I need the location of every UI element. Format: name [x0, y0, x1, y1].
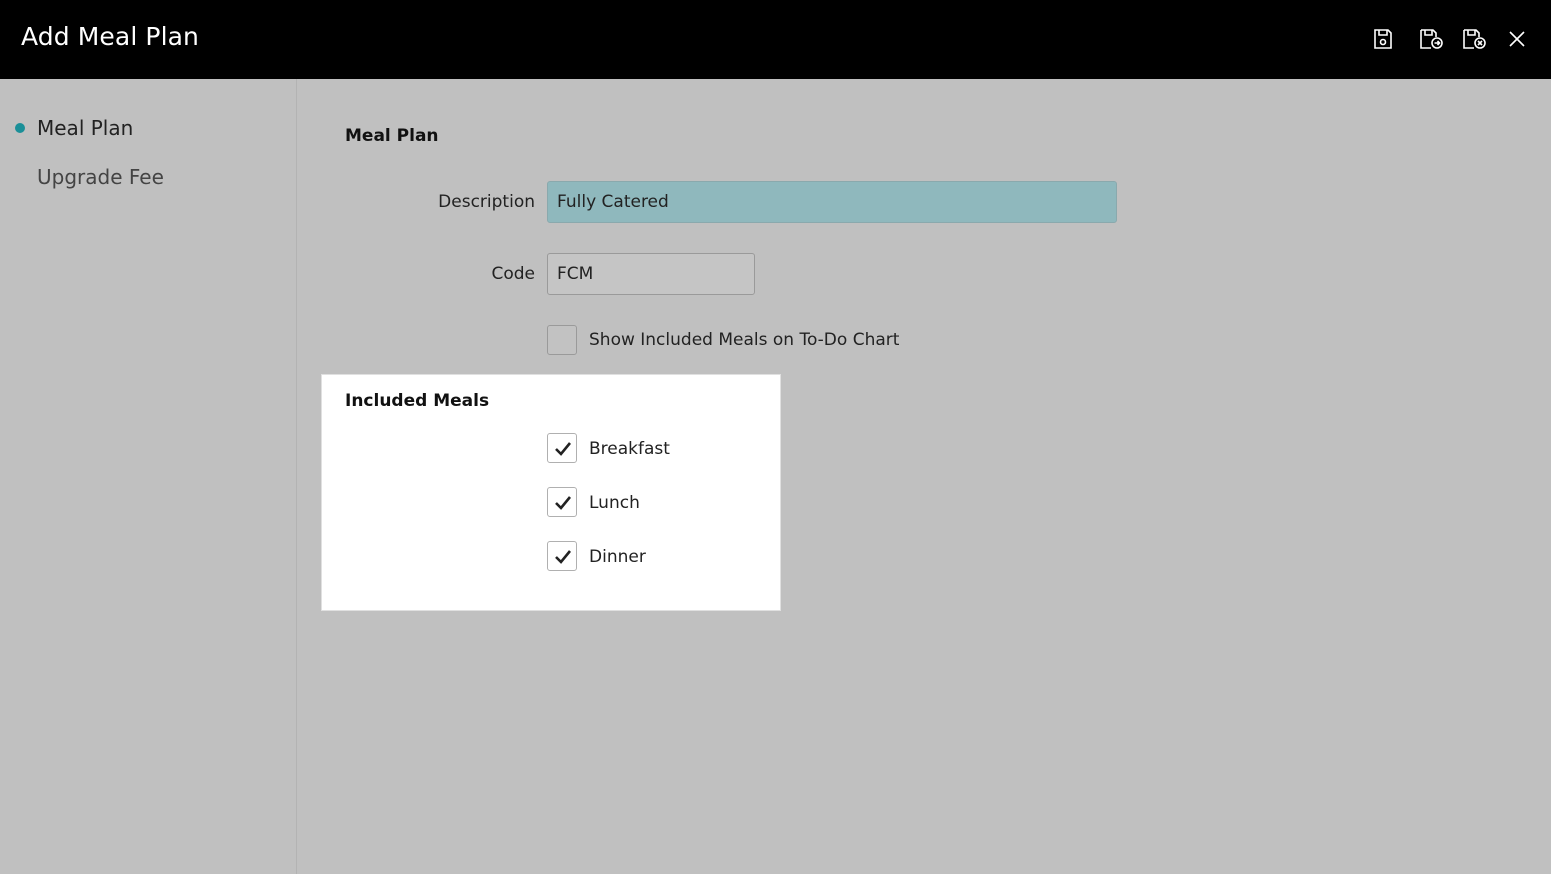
dinner-checkbox[interactable] — [547, 541, 577, 571]
close-icon — [1509, 31, 1525, 47]
active-indicator-dot — [15, 123, 25, 133]
checkmark-icon — [555, 550, 572, 564]
included-meals-panel: Included Meals Breakfast Lunch Dinner — [321, 374, 781, 611]
main-content: Meal Plan Description Fully Catered Code… — [297, 79, 1551, 874]
lunch-label: Lunch — [589, 493, 640, 513]
breakfast-checkbox[interactable] — [547, 433, 577, 463]
save-button[interactable] — [1369, 25, 1397, 53]
dinner-label: Dinner — [589, 547, 646, 567]
show-on-todo-label: Show Included Meals on To-Do Chart — [589, 330, 900, 350]
code-label: Code — [491, 264, 535, 284]
save-icon — [1374, 29, 1392, 49]
code-input[interactable]: FCM — [547, 253, 755, 295]
close-button[interactable] — [1503, 25, 1531, 53]
show-on-todo-checkbox[interactable] — [547, 325, 577, 355]
checkmark-icon — [555, 442, 572, 456]
window-title: Add Meal Plan — [21, 22, 199, 51]
save-and-new-icon — [1420, 29, 1443, 49]
save-and-close-button[interactable] — [1460, 25, 1488, 53]
section-title: Meal Plan — [345, 126, 439, 146]
description-label: Description — [438, 192, 535, 212]
checkmark-icon — [555, 496, 572, 510]
save-and-new-button[interactable] — [1417, 25, 1445, 53]
title-bar: Add Meal Plan — [0, 0, 1551, 79]
description-input[interactable]: Fully Catered — [547, 181, 1117, 223]
included-meals-title: Included Meals — [345, 391, 490, 411]
breakfast-label: Breakfast — [589, 439, 670, 459]
save-and-close-icon — [1463, 29, 1486, 49]
lunch-checkbox[interactable] — [547, 487, 577, 517]
sidebar: Meal Plan Upgrade Fee — [0, 79, 297, 874]
sidebar-item-upgrade-fee[interactable]: Upgrade Fee — [37, 165, 164, 189]
sidebar-item-meal-plan[interactable]: Meal Plan — [37, 116, 133, 140]
toolbar — [1369, 25, 1531, 53]
